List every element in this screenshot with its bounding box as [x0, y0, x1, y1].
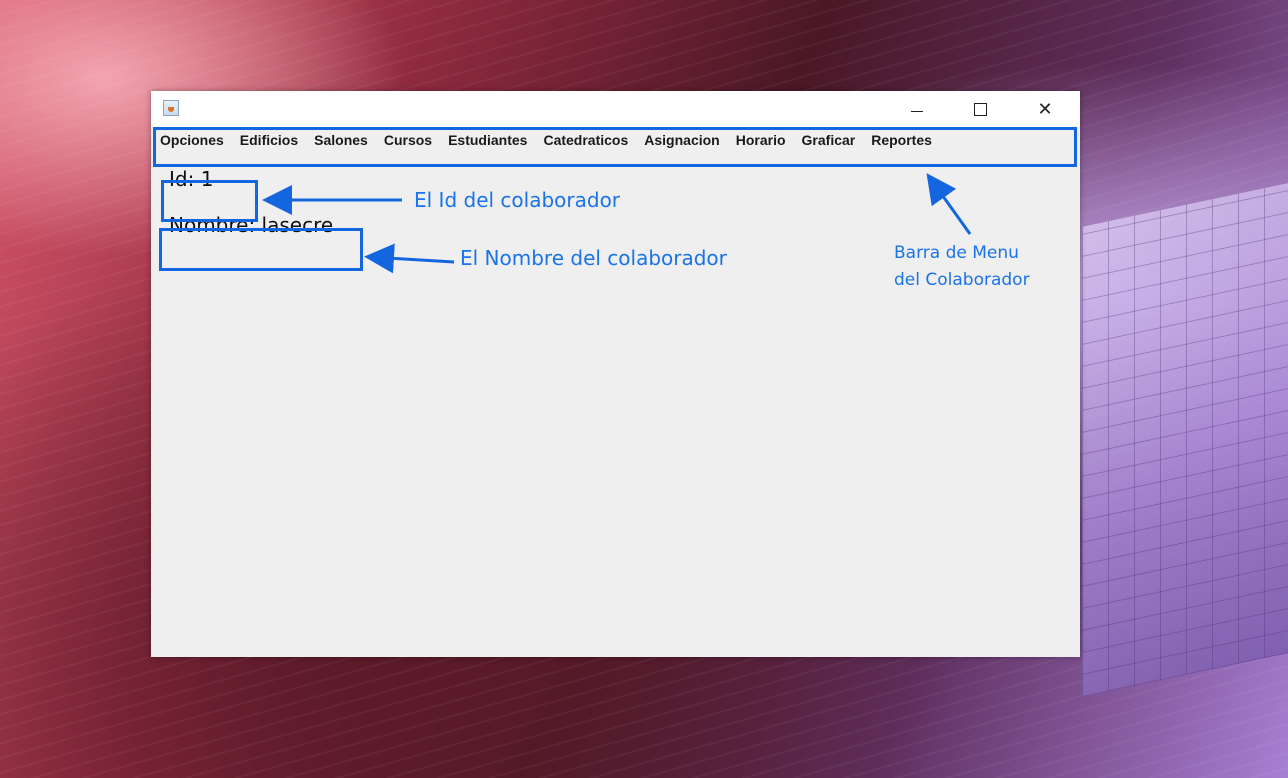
app-window: ✕ Opciones Edificios Salones Cursos Estu… — [151, 91, 1080, 657]
id-annotation: El Id del colaborador — [414, 188, 621, 212]
minimize-icon — [911, 110, 923, 112]
name-highlight — [159, 228, 363, 271]
wallpaper-circuit-panel — [1082, 183, 1288, 697]
name-annotation: El Nombre del colaborador — [460, 246, 727, 270]
menu-annotation-line1: Barra de Menu — [894, 243, 1019, 263]
minimize-button[interactable] — [894, 91, 940, 127]
java-coffee-icon — [163, 100, 179, 116]
close-button[interactable]: ✕ — [1022, 91, 1068, 127]
close-icon: ✕ — [1037, 98, 1053, 119]
maximize-button[interactable] — [957, 91, 1003, 127]
menu-bar-highlight — [153, 127, 1077, 167]
menu-annotation-line2: del Colaborador — [894, 270, 1030, 290]
id-highlight — [161, 180, 258, 222]
title-bar: ✕ — [151, 91, 1080, 127]
menu-annotation: Barra de Menu del Colaborador — [894, 240, 1064, 294]
maximize-icon — [973, 102, 987, 116]
